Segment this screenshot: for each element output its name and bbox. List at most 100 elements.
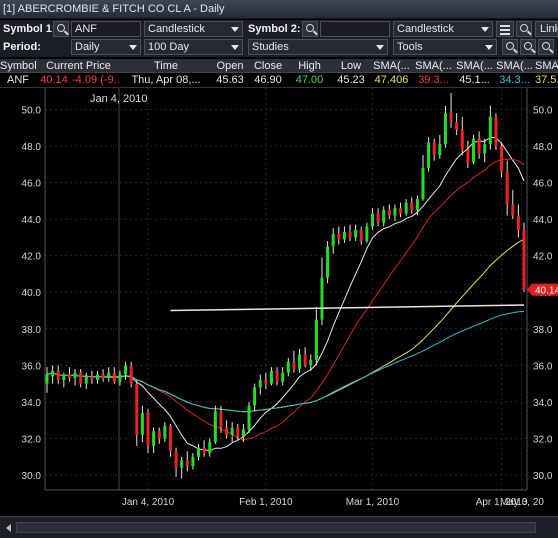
candle-body (225, 427, 229, 435)
candle-body (494, 116, 498, 147)
refresh-button[interactable] (516, 21, 532, 37)
chart-type1-select[interactable]: Candlestick (144, 21, 243, 37)
quote-header-cell[interactable]: SMA(... (535, 60, 558, 73)
candle-body (516, 215, 520, 231)
x-tick-label: Jan 4, 2010 (122, 497, 175, 508)
symbol1-label: Symbol 1: (3, 23, 56, 35)
tools-select[interactable]: Tools (393, 39, 497, 55)
quote-cell-sma3: 45.1... (459, 74, 490, 86)
quote-header-cell[interactable]: SMA(... (371, 60, 412, 73)
y-axis-left: 50.0 48.0 46.0 44.0 42.0 40.0 38.0 36.0 34.0 32.0… (22, 105, 42, 482)
candle-body (292, 361, 296, 370)
candle-body (213, 411, 217, 443)
symbol1-search-button[interactable] (53, 21, 69, 37)
candle-body (168, 425, 172, 452)
candle-body (331, 233, 335, 247)
candle-body (269, 370, 273, 384)
candle-body (202, 447, 206, 454)
chart-type2-select[interactable]: Candlestick (393, 21, 493, 37)
symbol2-input[interactable] (320, 21, 390, 37)
period-select[interactable]: Daily (71, 39, 141, 55)
candle-body (56, 370, 60, 380)
candle-body (404, 202, 408, 214)
symbol1-input[interactable]: ANF (71, 21, 141, 37)
period-value: Daily (75, 41, 100, 53)
studies-value: Studies (252, 41, 289, 53)
zoom-out-button[interactable] (538, 39, 554, 55)
candle-body (146, 412, 150, 446)
x-axis: Jan 4, 2010 Feb 1, 2010 Mar 1, 2010 Apr 1, … (122, 497, 545, 508)
quote-header-cell[interactable]: SMA(... (495, 60, 534, 73)
search-icon (57, 24, 65, 32)
horizontal-scrollbar[interactable] (16, 522, 536, 533)
candle-body (140, 412, 144, 435)
quote-header-cell[interactable]: Low (332, 60, 370, 73)
quote-header-cell[interactable]: Open (212, 60, 248, 73)
range-select[interactable]: 100 Day (144, 39, 243, 55)
symbol2-label: Symbol 2: (248, 23, 301, 35)
crosshair-date-label: Jan 4, 2010 (90, 93, 148, 105)
candle-body (314, 319, 318, 360)
quote-cell-price: 40.14 (40, 74, 68, 86)
chart-type2-value: Candlestick (397, 23, 454, 35)
studies-select[interactable]: Studies (248, 39, 388, 55)
zoom-in-button[interactable] (502, 39, 518, 55)
y-tick-label: 48.0 (533, 142, 553, 153)
candle-body (112, 372, 116, 382)
quote-header-cell[interactable]: Symbol (0, 60, 36, 73)
chart-grid (45, 88, 527, 490)
y-tick-label: 42.0 (533, 252, 553, 263)
price-chart[interactable]: Jan 4, 2010 50.0 48.0 46.0 44.0 42.0 40.0 38.0… (0, 88, 558, 516)
y-tick-label: 48.0 (22, 142, 42, 153)
quote-header-cell[interactable]: Time (121, 60, 211, 73)
quote-data-row[interactable]: ANF 40.14 -4.09 (-9... Thu, Apr 08,... 4… (0, 73, 558, 88)
candle-body (488, 116, 492, 145)
menu-icon (500, 25, 510, 27)
scroll-left-icon[interactable] (6, 524, 11, 532)
link-button[interactable]: Link (535, 21, 558, 37)
candle-body (320, 277, 324, 320)
y-tick-label: 32.0 (22, 434, 42, 445)
candle-body (309, 359, 313, 366)
candle-body (67, 374, 71, 379)
quote-header-cell[interactable]: Close (249, 60, 287, 73)
candle-body (129, 365, 133, 384)
candle-body (107, 372, 111, 379)
range-value: 100 Day (148, 41, 189, 53)
candle-body (303, 354, 307, 366)
reset-button[interactable] (520, 39, 536, 55)
candle-body (163, 425, 167, 439)
zoom-out-icon (542, 42, 550, 50)
grid-menu-button[interactable] (496, 21, 514, 37)
candle-body (511, 204, 515, 216)
y-tick-label: 46.0 (22, 179, 42, 190)
candle-body (258, 379, 262, 388)
trendline[interactable] (170, 304, 525, 312)
candle-body (174, 451, 178, 468)
candle-body (180, 460, 184, 468)
candle-body (399, 208, 403, 214)
candle-body (466, 149, 470, 163)
candle-body (96, 374, 100, 380)
quote-header-row: Symbol Current Price Time Open Close Hig… (0, 59, 558, 73)
y-tick-label: 36.0 (22, 361, 42, 372)
quote-header-cell[interactable]: Current Price (37, 60, 120, 73)
candle-body (241, 429, 245, 437)
candle-body (443, 113, 447, 145)
candle-body (185, 460, 189, 466)
candle-body (247, 405, 251, 430)
last-price-tag-label: 40.14 (535, 286, 558, 297)
quote-header-cell[interactable]: SMA(... (413, 60, 454, 73)
symbol-toolbar: Symbol 1: ANF Candlestick Symbol 2: Cand… (0, 20, 558, 39)
chevron-down-icon (129, 45, 137, 50)
candle-body (449, 113, 453, 123)
quote-header-cell[interactable]: SMA(... (455, 60, 494, 73)
candle-body (275, 370, 279, 382)
quote-header-cell[interactable]: High (288, 60, 331, 73)
candle-body (51, 370, 55, 377)
candle-body (421, 167, 425, 200)
x-tick-label: May 3, 20 (500, 497, 544, 508)
symbol2-search-button[interactable] (302, 21, 318, 37)
y-tick-label: 36.0 (533, 361, 553, 372)
chevron-down-icon (485, 45, 493, 50)
